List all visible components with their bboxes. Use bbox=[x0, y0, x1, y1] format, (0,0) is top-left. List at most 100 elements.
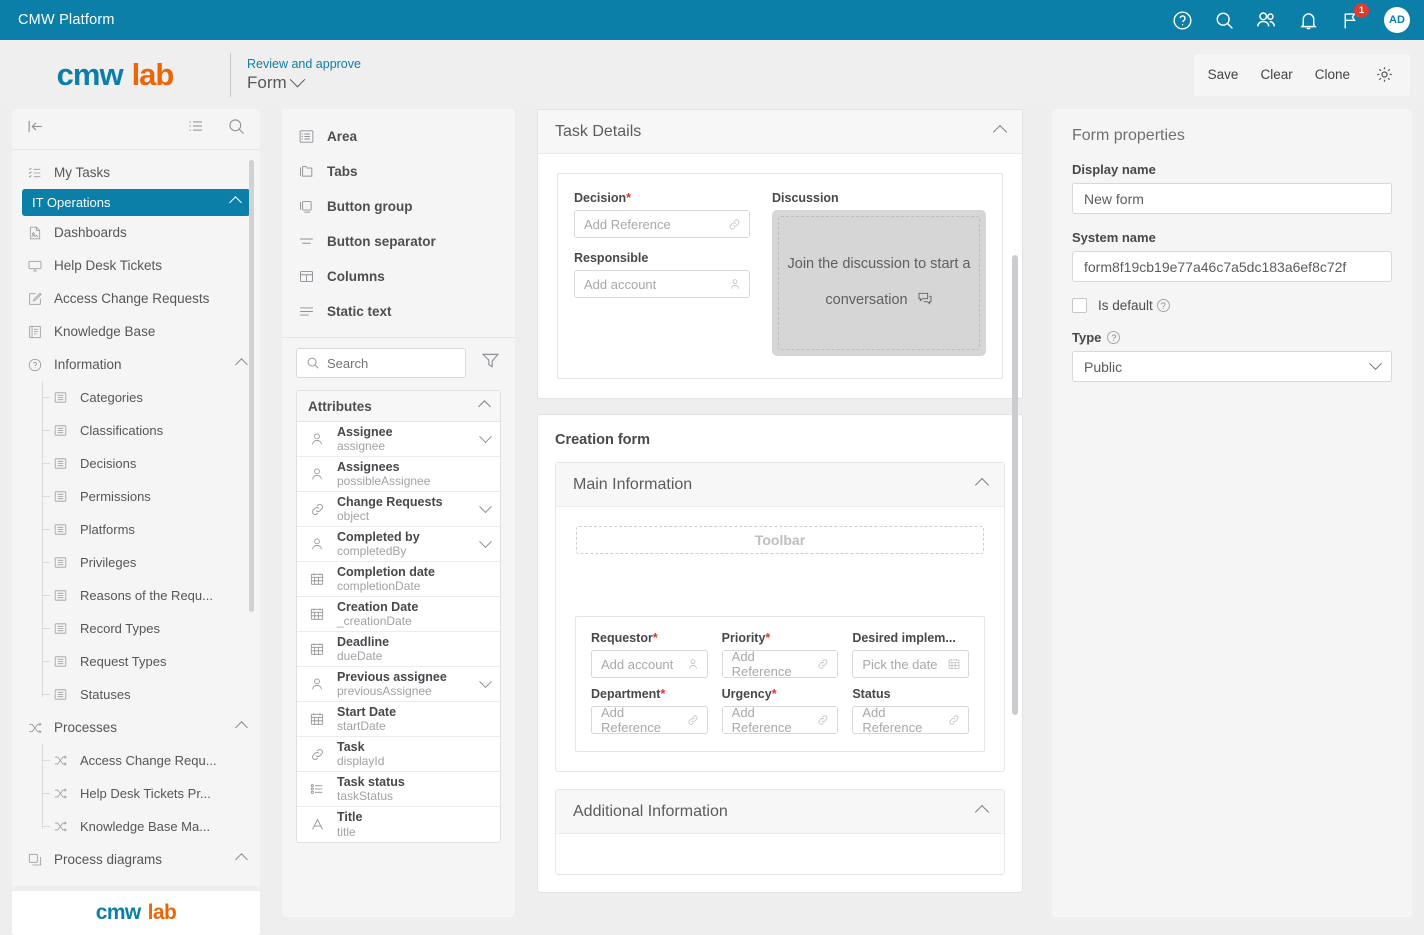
sidebar-item-record-types[interactable]: Record Types bbox=[38, 612, 260, 645]
clear-button[interactable]: Clear bbox=[1260, 67, 1292, 82]
sidebar-item-process-diagrams[interactable]: Process diagrams bbox=[12, 843, 260, 876]
list-view-icon[interactable] bbox=[187, 117, 205, 141]
sidebar-item-knowledge-base[interactable]: Knowledge Base bbox=[12, 315, 260, 348]
requestor-input[interactable]: Add account bbox=[591, 650, 708, 678]
sidebar-item-label: Decisions bbox=[80, 456, 136, 471]
sidebar-scrollbar-thumb[interactable] bbox=[249, 160, 254, 612]
sidebar-item-it-operations[interactable]: IT Operations bbox=[22, 189, 250, 216]
bell-icon[interactable] bbox=[1296, 8, 1320, 32]
sidebar-item-permissions[interactable]: Permissions bbox=[38, 480, 260, 513]
search-icon[interactable] bbox=[1212, 8, 1236, 32]
chevron-down-icon[interactable] bbox=[479, 500, 492, 513]
sidebar-item-reasons-of-the-request[interactable]: Reasons of the Requ... bbox=[38, 579, 260, 612]
collapse-sidebar-icon[interactable] bbox=[26, 117, 45, 141]
is-default-checkbox[interactable] bbox=[1072, 298, 1087, 313]
sidebar-item-my-tasks[interactable]: My Tasks bbox=[12, 156, 260, 189]
attribute-item-task-status[interactable]: Task statustaskStatus bbox=[297, 772, 500, 807]
sidebar-item-decisions[interactable]: Decisions bbox=[38, 447, 260, 480]
sidebar-item-access-change-requests-process[interactable]: Access Change Requ... bbox=[38, 744, 260, 777]
sidebar-item-processes[interactable]: Processes bbox=[12, 711, 260, 744]
sidebar-item-request-types[interactable]: Request Types bbox=[38, 645, 260, 678]
sidebar-item-help-desk-tickets[interactable]: Help Desk Tickets bbox=[12, 249, 260, 282]
attribute-item-deadline[interactable]: DeadlinedueDate bbox=[297, 632, 500, 667]
sidebar-item-privileges[interactable]: Privileges bbox=[38, 546, 260, 579]
priority-input[interactable]: Add Reference bbox=[722, 650, 839, 678]
list-icon bbox=[52, 423, 69, 438]
link-icon bbox=[307, 746, 327, 763]
responsible-input[interactable]: Add account bbox=[574, 270, 750, 298]
sidebar-item-label: Classifications bbox=[80, 423, 163, 438]
attribute-search-input[interactable] bbox=[327, 356, 456, 371]
toolbar-placeholder[interactable]: Toolbar bbox=[576, 526, 984, 554]
search-field-wrapper[interactable] bbox=[296, 348, 466, 378]
gear-icon[interactable] bbox=[1372, 63, 1396, 87]
attribute-item-creation-date[interactable]: Creation Date_creationDate bbox=[297, 597, 500, 632]
attribute-item-completed-by[interactable]: Completed bycompletedBy bbox=[297, 527, 500, 562]
sidebar-item-help-desk-tickets-process[interactable]: Help Desk Tickets Pr... bbox=[38, 777, 260, 810]
palette-item-columns[interactable]: Columns bbox=[282, 259, 515, 294]
users-icon[interactable] bbox=[1254, 8, 1278, 32]
sidebar-item-statuses[interactable]: Statuses bbox=[38, 678, 260, 711]
canvas-scrollbar-track[interactable] bbox=[1018, 109, 1024, 935]
type-label-row: Type ? bbox=[1072, 330, 1392, 345]
save-button[interactable]: Save bbox=[1208, 67, 1239, 82]
attribute-item-start-date[interactable]: Start DatestartDate bbox=[297, 702, 500, 737]
area-icon bbox=[296, 128, 316, 145]
discussion-placeholder-box[interactable]: Join the discussion to start a conversat… bbox=[772, 210, 986, 356]
breadcrumb-parent[interactable]: Review and approve bbox=[247, 57, 361, 71]
sidebar-search-icon[interactable] bbox=[227, 117, 246, 141]
urgency-input[interactable]: Add Reference bbox=[722, 706, 839, 734]
avatar[interactable]: AD bbox=[1384, 7, 1410, 33]
chevron-down-icon[interactable] bbox=[479, 675, 492, 688]
attribute-item-task[interactable]: TaskdisplayId bbox=[297, 737, 500, 772]
chevron-up-icon bbox=[235, 358, 248, 371]
chevron-down-icon[interactable] bbox=[479, 535, 492, 548]
attribute-item-completion-date[interactable]: Completion datecompletionDate bbox=[297, 562, 500, 597]
desired-implementation-input[interactable]: Pick the date bbox=[852, 650, 969, 678]
type-select[interactable]: Public bbox=[1072, 351, 1392, 382]
attribute-item-title[interactable]: Titletitle bbox=[297, 807, 500, 842]
department-input[interactable]: Add Reference bbox=[591, 706, 708, 734]
sidebar-scrollbar-track[interactable] bbox=[252, 154, 257, 882]
attribute-item-assignees[interactable]: AssigneespossibleAssignee bbox=[297, 457, 500, 492]
task-details-header[interactable]: Task Details bbox=[538, 110, 1022, 154]
chevron-up-icon bbox=[478, 400, 491, 413]
attribute-item-previous-assignee[interactable]: Previous assigneepreviousAssignee bbox=[297, 667, 500, 702]
canvas-scrollbar-thumb[interactable] bbox=[1012, 255, 1018, 715]
palette-item-tabs[interactable]: Tabs bbox=[282, 154, 515, 189]
sidebar-item-categories[interactable]: Categories bbox=[38, 381, 260, 414]
link-icon bbox=[816, 713, 830, 727]
attribute-item-change-requests[interactable]: Change Requestsobject bbox=[297, 492, 500, 527]
additional-information-header[interactable]: Additional Information bbox=[556, 790, 1004, 834]
palette-item-static-text[interactable]: Static text bbox=[282, 294, 515, 329]
calendar-icon bbox=[307, 606, 327, 622]
attributes-header[interactable]: Attributes bbox=[297, 391, 500, 422]
main-information-header[interactable]: Main Information bbox=[556, 463, 1004, 507]
attributes-panel: Attributes Assigneeassignee Assigneespos… bbox=[296, 390, 501, 843]
chevron-down-icon[interactable] bbox=[479, 430, 492, 443]
system-name-field[interactable]: form8f19cb19e77a46c7a5dc183a6ef8c72f bbox=[1072, 251, 1392, 282]
sidebar-item-dashboards[interactable]: Dashboards bbox=[12, 216, 260, 249]
clone-button[interactable]: Clone bbox=[1315, 67, 1350, 82]
sidebar-item-knowledge-base-process[interactable]: Knowledge Base Ma... bbox=[38, 810, 260, 843]
help-icon[interactable] bbox=[1170, 8, 1194, 32]
filter-icon[interactable] bbox=[480, 350, 501, 376]
display-name-field[interactable]: New form bbox=[1072, 183, 1392, 214]
list-icon bbox=[52, 654, 69, 669]
sidebar-item-label: Reasons of the Requ... bbox=[80, 588, 213, 603]
sidebar-item-information[interactable]: Information bbox=[12, 348, 260, 381]
discussion-inner: Join the discussion to start a conversat… bbox=[778, 216, 980, 350]
sidebar-item-platforms[interactable]: Platforms bbox=[38, 513, 260, 546]
breadcrumb-current[interactable]: Form bbox=[247, 73, 361, 93]
palette-item-button-group[interactable]: Button group bbox=[282, 189, 515, 224]
flag-icon[interactable]: 1 bbox=[1338, 8, 1362, 32]
attribute-item-assignee[interactable]: Assigneeassignee bbox=[297, 422, 500, 457]
decision-input[interactable]: Add Reference bbox=[574, 210, 750, 238]
status-input[interactable]: Add Reference bbox=[852, 706, 969, 734]
help-icon[interactable]: ? bbox=[1107, 331, 1120, 344]
palette-item-area[interactable]: Area bbox=[282, 119, 515, 154]
palette-item-button-separator[interactable]: Button separator bbox=[282, 224, 515, 259]
help-icon[interactable]: ? bbox=[1157, 299, 1170, 312]
sidebar-item-access-change-requests[interactable]: Access Change Requests bbox=[12, 282, 260, 315]
sidebar-item-classifications[interactable]: Classifications bbox=[38, 414, 260, 447]
